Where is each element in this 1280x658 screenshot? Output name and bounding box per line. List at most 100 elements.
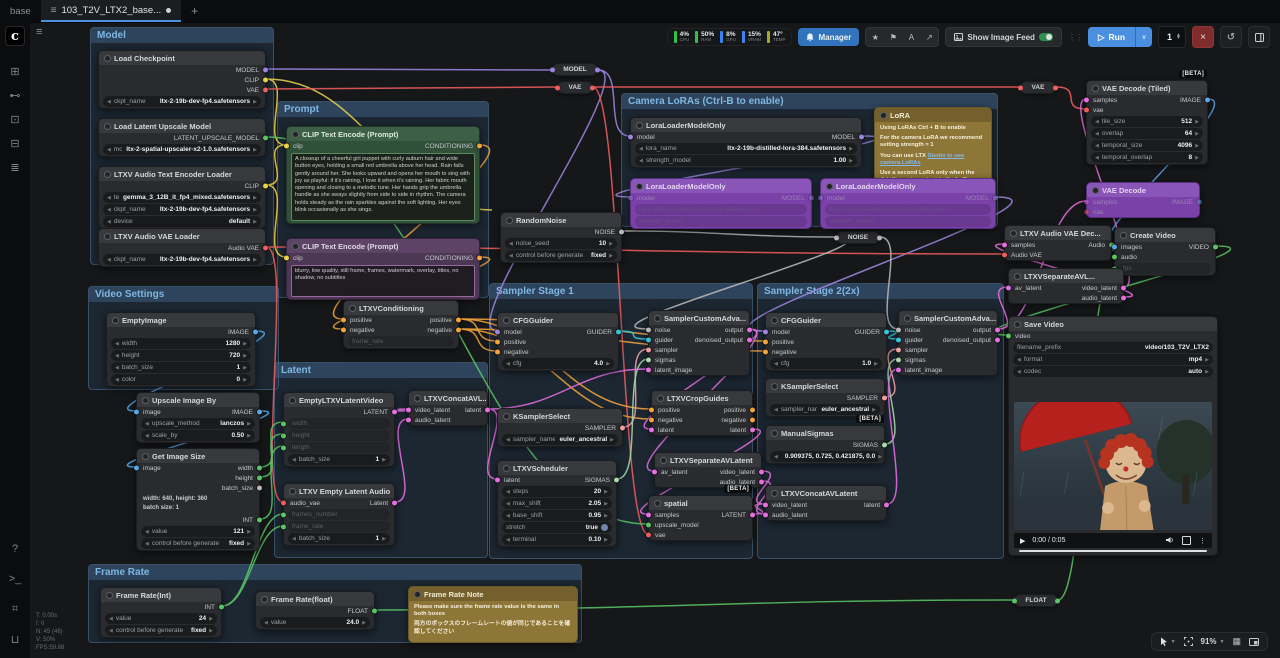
collapse-dot-icon[interactable] <box>142 397 149 404</box>
collapse-dot-icon[interactable] <box>636 122 643 129</box>
increment-arrow-icon[interactable]: ▶ <box>382 457 386 463</box>
node-header[interactable]: LTXVSeparateAVLatent <box>655 453 761 467</box>
widget-filename-prefix[interactable]: filename_prefixvideo/103_T2V_LTX2 <box>1013 342 1213 353</box>
denoised-output-output-port[interactable] <box>995 338 1000 343</box>
node-lora-loader-model-only[interactable]: LoraLoaderModelOnlymodelMODEL◀lora_namel… <box>630 117 862 168</box>
vae-output-port[interactable] <box>263 88 268 93</box>
increment-arrow-icon[interactable]: ▶ <box>253 257 257 263</box>
widget-control-before-generate[interactable]: ◀control before generatefixed▶ <box>505 250 617 261</box>
images-input-port[interactable] <box>1112 245 1117 250</box>
widget-fps[interactable]: fps <box>1119 263 1211 274</box>
negative-input-port[interactable] <box>649 418 654 423</box>
widget-ckpt-name[interactable]: ◀ckpt_nameltx-2-19b-dev-fp4.safetensors▶ <box>103 96 261 107</box>
group-title[interactable]: Latent <box>275 363 487 378</box>
increment-arrow-icon[interactable]: ▶ <box>382 536 386 542</box>
collapse-dot-icon[interactable] <box>771 430 778 437</box>
increment-arrow-icon[interactable]: ▶ <box>253 195 257 201</box>
star-icon[interactable]: ★ <box>866 28 884 46</box>
node-frame-rate-float[interactable]: Frame Rate(float)FLOAT◀value24.0▶ <box>255 591 375 630</box>
decrement-arrow-icon[interactable]: ◀ <box>292 536 296 542</box>
audio-latent-input-port[interactable] <box>406 418 411 423</box>
increment-arrow-icon[interactable]: ▶ <box>1195 119 1199 125</box>
noise-input-port[interactable] <box>646 328 651 333</box>
collapse-dot-icon[interactable] <box>657 395 664 402</box>
node-lora-loader-bypassed-1[interactable]: LoraLoaderModelOnlymodelMODELltx-2-19b-l… <box>630 178 812 229</box>
node-ksampler-select-2[interactable]: KSamplerSelectSAMPLER◀sampler_nameeuler_… <box>765 378 885 417</box>
clip-output-port[interactable] <box>263 78 268 83</box>
node-cfg-guider-1[interactable]: CFGGuidermodelGUIDERpositivenegative◀cfg… <box>497 312 619 371</box>
decrement-arrow-icon[interactable]: ◀ <box>107 99 111 105</box>
av-latent-input-port[interactable] <box>652 470 657 475</box>
node-header[interactable]: CFGGuider <box>766 313 886 327</box>
node-header[interactable]: LTXV Empty Latent Audio <box>284 484 394 498</box>
collapse-dot-icon[interactable] <box>880 112 887 119</box>
node-upscale-image-by[interactable]: Upscale Image ByimageIMAGE◀upscale_metho… <box>136 392 260 443</box>
input-port[interactable] <box>1012 598 1017 603</box>
node-ltxv-audio-vae-decode[interactable]: LTXV Audio VAE Dec...samplesAudioAudio V… <box>1004 225 1112 261</box>
increment-arrow-icon[interactable]: ▶ <box>872 407 876 413</box>
widget-sig[interactable]: ◀sig...0.909375, 0.725, 0.421875, 0.0▶ <box>770 451 880 462</box>
increment-arrow-icon[interactable]: ▶ <box>604 501 608 507</box>
workflow-menu-icon[interactable]: ≡ <box>51 5 57 16</box>
workflows-icon[interactable]: ⊞ <box>6 62 24 80</box>
collapse-dot-icon[interactable] <box>1120 232 1127 239</box>
height-output-port[interactable] <box>257 476 262 481</box>
widget-base-shift[interactable]: ◀base_shift0.95▶ <box>502 510 612 521</box>
increment-arrow-icon[interactable]: ▶ <box>1205 369 1209 375</box>
video-preview[interactable] <box>1014 402 1212 530</box>
noise-input-port[interactable] <box>896 328 901 333</box>
decrement-arrow-icon[interactable]: ◀ <box>115 341 119 347</box>
widget-cfg[interactable]: ◀cfg4.0▶ <box>502 358 614 369</box>
node-header[interactable]: KSamplerSelect <box>766 379 884 393</box>
latent-output-port[interactable] <box>392 410 397 415</box>
decrement-arrow-icon[interactable]: ◀ <box>107 207 111 213</box>
collapsed-node-model[interactable]: MODEL <box>552 63 598 76</box>
widget-frames-number[interactable]: frames_number <box>288 509 390 520</box>
play-button[interactable]: ▶ <box>1020 537 1025 545</box>
latent-output-port[interactable] <box>750 513 755 518</box>
positive-input-port[interactable] <box>763 340 768 345</box>
increment-arrow-icon[interactable]: ▶ <box>606 361 610 367</box>
node-header[interactable]: KSamplerSelect <box>498 409 622 423</box>
clip-input-port[interactable] <box>284 256 289 261</box>
decrement-arrow-icon[interactable]: ◀ <box>107 195 111 201</box>
shortcuts-icon[interactable]: ⌗ <box>6 600 24 618</box>
decrement-arrow-icon[interactable]: ◀ <box>145 421 149 427</box>
node-ltxv-separate-av-latent-1[interactable]: LTXVSeparateAVLatentav_latentvideo_laten… <box>654 452 762 488</box>
widget-width[interactable]: ◀width1280▶ <box>111 338 251 349</box>
node-header[interactable]: LoraLoaderModelOnly <box>631 179 811 193</box>
widget-height[interactable]: height <box>288 430 390 441</box>
node-vae-decode-tiled[interactable]: [BETA]VAE Decode (Tiled)samplesIMAGEvae◀… <box>1086 80 1208 165</box>
decrement-arrow-icon[interactable]: ◀ <box>264 620 268 626</box>
increment-arrow-icon[interactable]: ▶ <box>849 146 853 152</box>
decrement-arrow-icon[interactable]: ◀ <box>145 541 149 547</box>
collapse-dot-icon[interactable] <box>414 395 421 402</box>
node-lora-loader-bypassed-2[interactable]: LoraLoaderModelOnlymodelMODELltx-2-19b-l… <box>820 178 996 229</box>
widget-sampler-name[interactable]: ◀sampler_nameeuler_ancestral▶ <box>770 404 880 415</box>
node-header[interactable]: LTXVSeparateAVL... <box>1009 269 1123 283</box>
conditioning-output-port[interactable] <box>477 256 482 261</box>
canvas-menu-button[interactable]: ≡ <box>36 26 42 38</box>
decrement-arrow-icon[interactable]: ◀ <box>1095 119 1099 125</box>
output-output-port[interactable] <box>995 328 1000 333</box>
widget-height[interactable]: ◀height720▶ <box>111 350 251 361</box>
decrement-arrow-icon[interactable]: ◀ <box>107 219 111 225</box>
increment-arrow-icon[interactable]: ▶ <box>1195 143 1199 149</box>
widget-sampler-name[interactable]: ◀sampler_nameeuler_ancestral▶ <box>502 434 618 445</box>
widget-ltx-2-19b-lora-camera-control-safetensors[interactable]: ltx-2-19b-lora-camera-control.safetensor… <box>825 204 991 215</box>
increment-arrow-icon[interactable]: ▶ <box>604 513 608 519</box>
collapse-dot-icon[interactable] <box>292 243 299 250</box>
collapse-dot-icon[interactable] <box>904 315 911 322</box>
pointer-tool-button[interactable]: ▼ <box>1160 637 1176 646</box>
pointer-tool-chevron-icon[interactable]: ▼ <box>1171 639 1176 645</box>
decrement-arrow-icon[interactable]: ◀ <box>109 616 113 622</box>
guider-output-port[interactable] <box>616 330 621 335</box>
audio-vae-input-port[interactable] <box>281 501 286 506</box>
width-output-port[interactable] <box>257 466 262 471</box>
widget-width[interactable]: width <box>288 418 390 429</box>
stepper-arrows-icon[interactable]: ▲▼ <box>1176 34 1181 40</box>
guider-input-port[interactable] <box>896 338 901 343</box>
node-frame-rate-note[interactable]: Frame Rate NotePlease make sure the fram… <box>408 586 578 643</box>
collapse-dot-icon[interactable] <box>771 490 778 497</box>
node-header[interactable]: LTXV Audio VAE Loader <box>99 229 265 243</box>
